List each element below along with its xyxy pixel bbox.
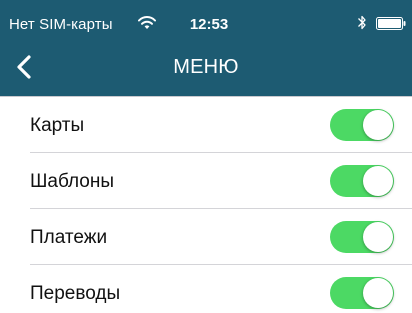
transfers-toggle[interactable] — [330, 277, 394, 309]
list-item-transfers: Переводы — [0, 265, 412, 313]
cards-toggle[interactable] — [330, 109, 394, 141]
menu-list: Карты Шаблоны Платежи Переводы — [0, 96, 412, 313]
app-screen: Нет SIM-карты 12:53 МЕНЮ Карты Шаблоны П… — [0, 0, 412, 313]
toggle-knob — [363, 110, 393, 140]
list-item-label: Переводы — [30, 283, 121, 304]
templates-toggle[interactable] — [330, 165, 394, 197]
carrier-label: Нет SIM-карты — [9, 16, 113, 33]
battery-icon — [376, 17, 406, 30]
wifi-icon — [138, 16, 156, 30]
list-item-label: Платежи — [30, 227, 108, 248]
navigation-bar: МЕНЮ — [0, 40, 412, 96]
list-item-label: Карты — [30, 115, 85, 136]
status-time: 12:53 — [189, 16, 229, 33]
toggle-knob — [363, 222, 393, 252]
page-title: МЕНЮ — [173, 56, 239, 78]
status-bar: Нет SIM-карты 12:53 — [0, 0, 412, 40]
back-button[interactable] — [6, 46, 46, 88]
list-item-payments: Платежи — [0, 209, 412, 265]
list-item-label: Шаблоны — [30, 171, 115, 192]
payments-toggle[interactable] — [330, 221, 394, 253]
list-item-templates: Шаблоны — [0, 153, 412, 209]
chevron-left-icon — [17, 55, 31, 79]
list-item-cards: Карты — [0, 97, 412, 153]
header: Нет SIM-карты 12:53 МЕНЮ — [0, 0, 412, 96]
toggle-knob — [363, 278, 393, 308]
toggle-knob — [363, 166, 393, 196]
bluetooth-icon — [357, 14, 367, 31]
